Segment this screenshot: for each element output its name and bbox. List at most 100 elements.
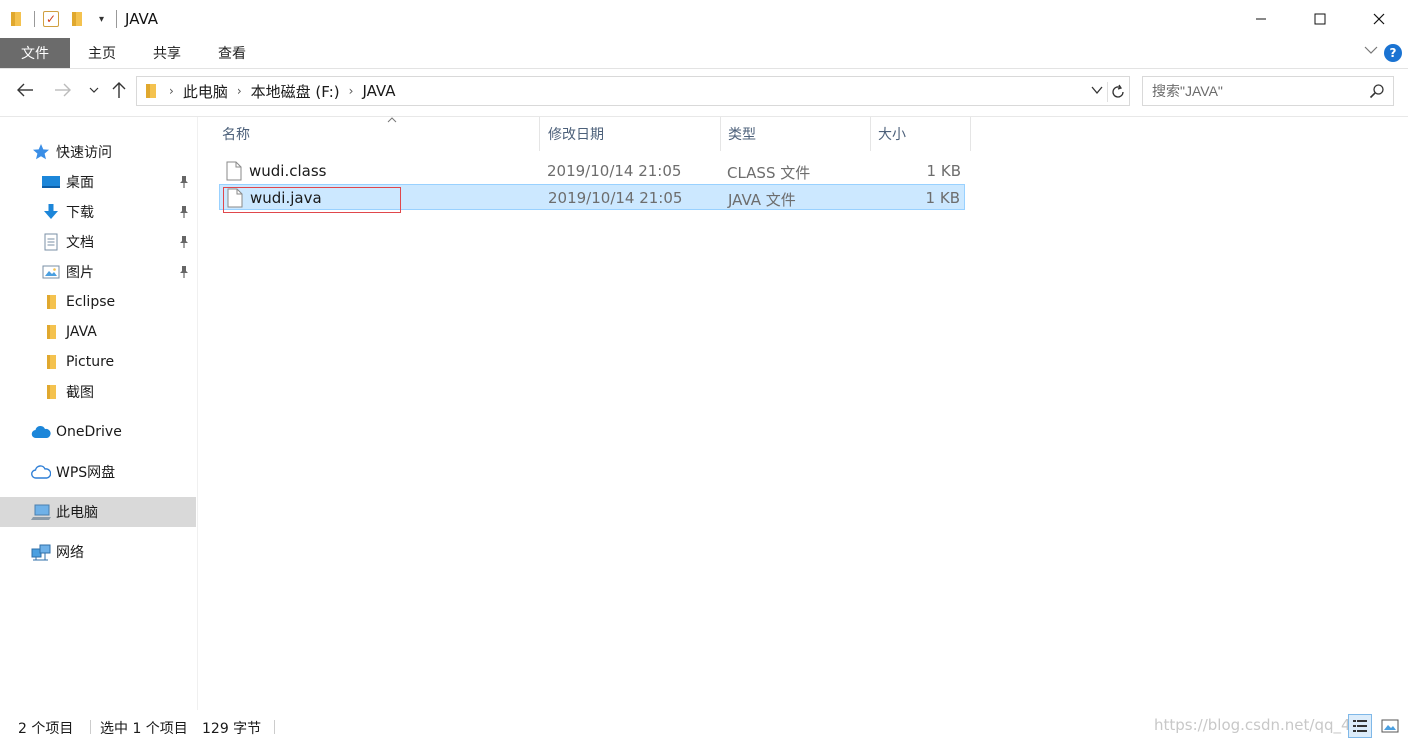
- column-header-date[interactable]: 修改日期: [541, 117, 721, 151]
- sidebar-item-onedrive[interactable]: OneDrive: [0, 417, 196, 447]
- new-folder-icon[interactable]: [71, 11, 85, 27]
- column-header-size[interactable]: 大小: [871, 117, 971, 151]
- table-row[interactable]: wudi.class 2019/10/14 21:05 CLASS 文件 1 K…: [219, 158, 965, 184]
- sidebar-item-desktop[interactable]: 桌面: [0, 167, 196, 197]
- title-separator: [116, 10, 118, 28]
- file-name: wudi.class: [249, 162, 327, 180]
- desktop-icon: [41, 172, 61, 192]
- minimize-icon: [1255, 18, 1266, 20]
- search-icon[interactable]: [1369, 83, 1385, 103]
- column-header-label: 修改日期: [548, 127, 604, 143]
- sidebar-item-label: 文档: [66, 235, 94, 251]
- navigation-pane: 快速访问 桌面 下载 文档 图片 Eclipse JAVA Picture 截图…: [0, 117, 198, 710]
- breadcrumb-separator-icon[interactable]: ›: [349, 84, 354, 98]
- up-button[interactable]: [109, 80, 129, 100]
- pin-icon[interactable]: [178, 265, 190, 283]
- sidebar-item-wps-drive[interactable]: WPS网盘: [0, 457, 196, 487]
- document-icon: [41, 232, 61, 252]
- sidebar-item-label: WPS网盘: [56, 465, 116, 481]
- recent-locations-button[interactable]: [84, 80, 104, 100]
- toolbar-separator: [34, 11, 35, 27]
- picture-icon: [41, 262, 61, 282]
- help-button[interactable]: ?: [1384, 44, 1402, 62]
- sidebar-item-java[interactable]: JAVA: [0, 317, 196, 347]
- search-box[interactable]: [1142, 76, 1394, 106]
- address-bar[interactable]: › 此电脑 › 本地磁盘 (F:) › JAVA: [136, 76, 1130, 106]
- sidebar-item-network[interactable]: 网络: [0, 537, 196, 567]
- folder-icon: [41, 322, 61, 342]
- breadcrumb-separator-icon[interactable]: ›: [169, 84, 174, 98]
- window-title: JAVA: [125, 10, 159, 28]
- details-view-icon: [1353, 720, 1367, 732]
- back-button[interactable]: [15, 80, 35, 100]
- arrow-right-icon: [55, 83, 71, 97]
- file-type: CLASS 文件: [727, 164, 811, 182]
- pin-icon[interactable]: [178, 175, 190, 193]
- sidebar-item-label: 下载: [66, 205, 94, 221]
- arrow-up-icon: [112, 82, 126, 98]
- tab-file[interactable]: 文件: [0, 38, 70, 68]
- breadcrumb-this-pc[interactable]: 此电脑: [183, 81, 228, 102]
- sidebar-item-eclipse[interactable]: Eclipse: [0, 287, 196, 317]
- watermark: https://blog.csdn.net/qq_45: [1154, 716, 1361, 734]
- file-size: 1 KB: [926, 162, 961, 180]
- arrow-left-icon: [17, 83, 33, 97]
- breadcrumb-java[interactable]: JAVA: [362, 82, 395, 100]
- address-history-dropdown-icon[interactable]: [1091, 83, 1103, 101]
- cloud-icon: [31, 422, 51, 442]
- sidebar-item-quick-access[interactable]: 快速访问: [0, 137, 196, 167]
- maximize-icon: [1314, 13, 1325, 25]
- large-icons-view-button[interactable]: [1378, 714, 1402, 738]
- sidebar-item-documents[interactable]: 文档: [0, 227, 196, 257]
- sidebar-item-pictures[interactable]: 图片: [0, 257, 196, 287]
- tab-view[interactable]: 查看: [218, 38, 246, 68]
- sidebar-item-this-pc[interactable]: 此电脑: [0, 497, 196, 527]
- column-header-type[interactable]: 类型: [721, 117, 871, 151]
- refresh-button[interactable]: [1107, 82, 1127, 102]
- forward-button[interactable]: [53, 80, 73, 100]
- column-header-name[interactable]: 名称: [215, 117, 540, 151]
- computer-icon: [31, 502, 51, 522]
- sidebar-item-label: OneDrive: [56, 424, 122, 440]
- customize-toolbar-dropdown-icon[interactable]: ▾: [99, 14, 104, 25]
- navigation-bar: › 此电脑 › 本地磁盘 (F:) › JAVA: [0, 70, 1408, 112]
- properties-icon[interactable]: ✓: [43, 11, 59, 27]
- sidebar-item-picture-folder[interactable]: Picture: [0, 347, 196, 377]
- file-icon: [226, 161, 242, 185]
- minimize-button[interactable]: [1231, 0, 1290, 38]
- sidebar-item-label: Picture: [66, 354, 115, 370]
- large-icons-view-icon: [1381, 719, 1399, 733]
- sidebar-item-screenshots[interactable]: 截图: [0, 377, 196, 407]
- ribbon-divider: [0, 68, 1408, 69]
- folder-icon: [146, 84, 156, 98]
- sidebar-item-downloads[interactable]: 下载: [0, 197, 196, 227]
- details-view-button[interactable]: [1348, 714, 1372, 738]
- ribbon: 文件 主页 共享 查看 ?: [0, 38, 1408, 68]
- search-input[interactable]: [1143, 78, 1353, 104]
- file-list: 名称 修改日期 类型 大小 wudi.class 2019/10/14 21:0…: [199, 117, 1408, 710]
- selection-count: 选中 1 个项目: [100, 721, 188, 737]
- breadcrumb-local-disk[interactable]: 本地磁盘 (F:): [251, 81, 340, 102]
- sidebar-item-label: 网络: [56, 545, 84, 561]
- breadcrumb-separator-icon[interactable]: ›: [237, 84, 242, 98]
- folder-icon: [41, 382, 61, 402]
- status-bar: 2 个项目 选中 1 个项目 129 字节 https://blog.csdn.…: [0, 710, 1408, 742]
- close-icon: [1373, 13, 1384, 25]
- expand-ribbon-icon[interactable]: [1364, 44, 1378, 58]
- item-count: 2 个项目: [18, 721, 74, 737]
- download-icon: [41, 202, 61, 222]
- folder-icon: [41, 352, 61, 372]
- pin-icon[interactable]: [178, 235, 190, 253]
- tab-home[interactable]: 主页: [88, 38, 116, 68]
- window-controls: [1231, 0, 1408, 38]
- column-header-label: 大小: [878, 127, 906, 143]
- close-button[interactable]: [1349, 0, 1408, 38]
- maximize-button[interactable]: [1290, 0, 1349, 38]
- pin-icon[interactable]: [178, 205, 190, 223]
- folder-icon: [41, 292, 61, 312]
- quick-access-toolbar: ✓ ▾: [0, 0, 104, 38]
- highlight-box: [223, 187, 401, 213]
- sort-ascending-icon: [387, 115, 397, 126]
- column-header-label: 名称: [222, 127, 250, 143]
- tab-share[interactable]: 共享: [153, 38, 181, 68]
